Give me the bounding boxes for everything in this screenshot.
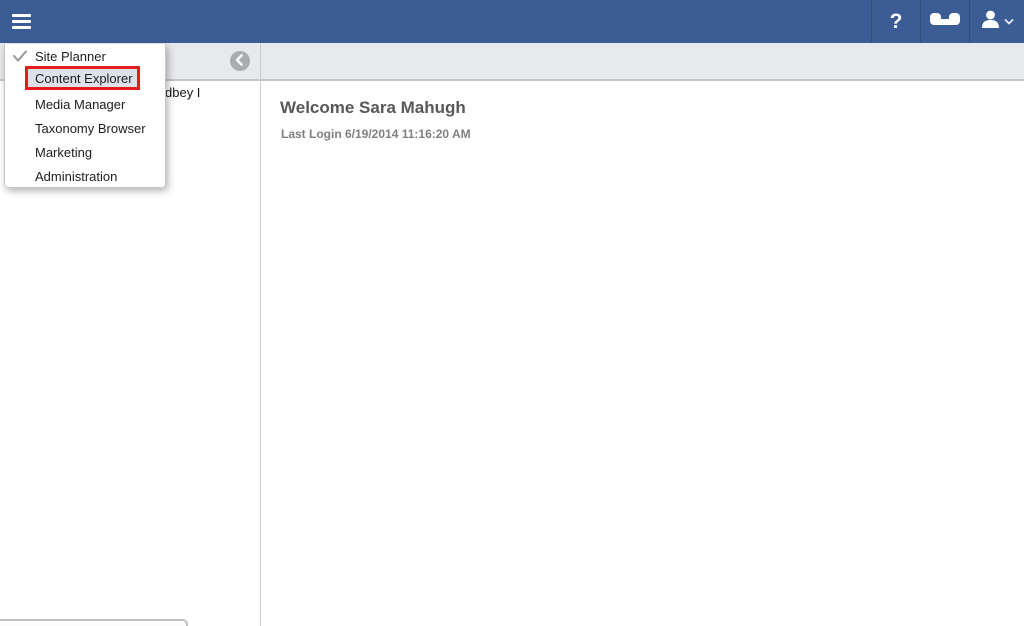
question-mark-icon: ? [889,10,903,33]
menu-item-label: Site Planner [35,48,106,64]
menu-item-label: Administration [35,168,118,184]
bottom-left-panel [0,619,188,626]
chevron-left-icon [230,50,250,73]
support-button[interactable] [920,0,969,43]
topbar-actions: ? [871,0,1024,43]
help-button[interactable]: ? [871,0,920,43]
collapse-sidebar-button[interactable] [230,51,250,71]
menu-item-label: Content Explorer [35,70,133,86]
welcome-heading: Welcome Sara Mahugh [280,98,466,117]
app-menu-button[interactable] [8,8,38,35]
menu-item-label: Media Manager [35,96,126,112]
menu-item-administration[interactable]: Administration [5,164,165,188]
menu-item-taxonomy-browser[interactable]: Taxonomy Browser [5,116,165,140]
menu-item-label: Marketing [35,144,93,160]
phone-handset-icon [930,11,960,33]
user-icon [981,10,1000,34]
sidebar-tree-node[interactable]: dbey I [165,85,200,100]
menu-item-media-manager[interactable]: Media Manager [5,92,165,116]
app-switcher-menu: Site Planner Media Manager Taxonomy Brow… [4,44,166,188]
user-account-button[interactable] [969,0,1024,43]
menu-item-site-planner[interactable]: Site Planner [5,44,165,68]
menu-item-label: Taxonomy Browser [35,120,146,136]
top-navigation-bar: ? [0,0,1024,43]
menu-item-content-explorer[interactable]: Content Explorer [25,66,140,90]
menu-item-marketing[interactable]: Marketing [5,140,165,164]
sidebar-divider [260,43,261,626]
checkmark-icon [12,49,28,63]
chevron-down-icon [1004,13,1014,31]
application-window: dbey I Welcome Sara Mahugh Last Login 6/… [0,0,1024,626]
last-login-text: Last Login 6/19/2014 11:16:20 AM [281,127,471,141]
